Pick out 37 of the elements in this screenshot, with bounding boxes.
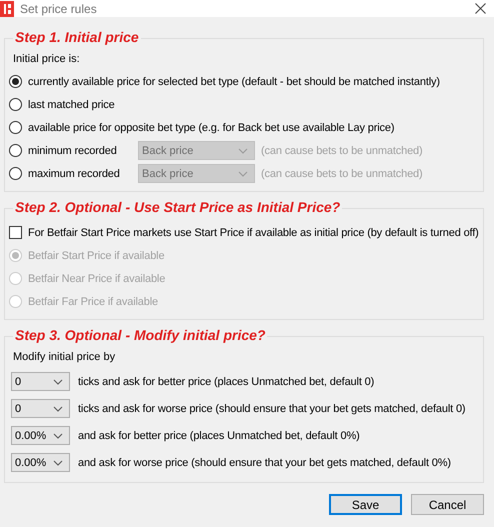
radio-button[interactable] (9, 98, 22, 111)
dropdown[interactable]: 0 (11, 399, 70, 418)
checkbox[interactable] (9, 226, 22, 239)
chevron-icon (238, 148, 248, 154)
option-label: ticks and ask for worse price (should ensure that your bet gets matched, default 0) (78, 402, 466, 414)
radio-button[interactable] (9, 167, 22, 180)
option-label: and ask for worse price (should ensure that your bet gets matched, default 0%) (78, 456, 451, 468)
radio-button[interactable] (9, 121, 22, 134)
option-label: minimum recorded (28, 144, 118, 156)
dropdown[interactable]: 0.00% (11, 453, 70, 472)
option-label: available price for opposite bet type (e.g. for Back bet use available Lay price) (28, 122, 394, 134)
option-label: Betfair Start Price if available (28, 250, 164, 262)
option-label: maximum recorded (28, 168, 121, 180)
chevron-icon (53, 378, 63, 384)
field-label: Modify initial price by (13, 350, 116, 364)
dialog-button[interactable]: Save (329, 494, 402, 515)
option-label: Betfair Far Price if available (28, 296, 158, 308)
dropdown[interactable]: 0.00% (11, 426, 70, 445)
checkbox-label: For Betfair Start Price markets use Start Price if available as initial price (by default is turned off) (28, 226, 479, 238)
radio-button[interactable] (9, 75, 22, 88)
radio-button[interactable] (9, 144, 22, 157)
dropdown[interactable]: 0 (11, 372, 70, 391)
option-label: ticks and ask for better price (places Unmatched bet, default 0) (78, 376, 374, 388)
hint-text: (can cause bets to be unmatched) (261, 168, 423, 180)
dialog-button[interactable]: Cancel (411, 494, 484, 515)
field-label: Initial price is: (13, 52, 81, 66)
close-icon[interactable] (475, 3, 486, 14)
window-title: Set price rules (20, 2, 97, 16)
option-label: last matched price (28, 98, 115, 110)
chevron-icon (53, 460, 63, 466)
option-label: currently available price for selected bet type (default - bet should be matched instantly) (28, 76, 440, 88)
chevron-icon (53, 432, 63, 438)
chevron-icon (238, 170, 248, 176)
hint-text: (can cause bets to be unmatched) (261, 144, 423, 156)
option-label: and ask for better price (places Unmatched bet, default 0%) (78, 430, 360, 442)
chevron-icon (53, 406, 63, 412)
option-label: Betfair Near Price if available (28, 272, 166, 284)
